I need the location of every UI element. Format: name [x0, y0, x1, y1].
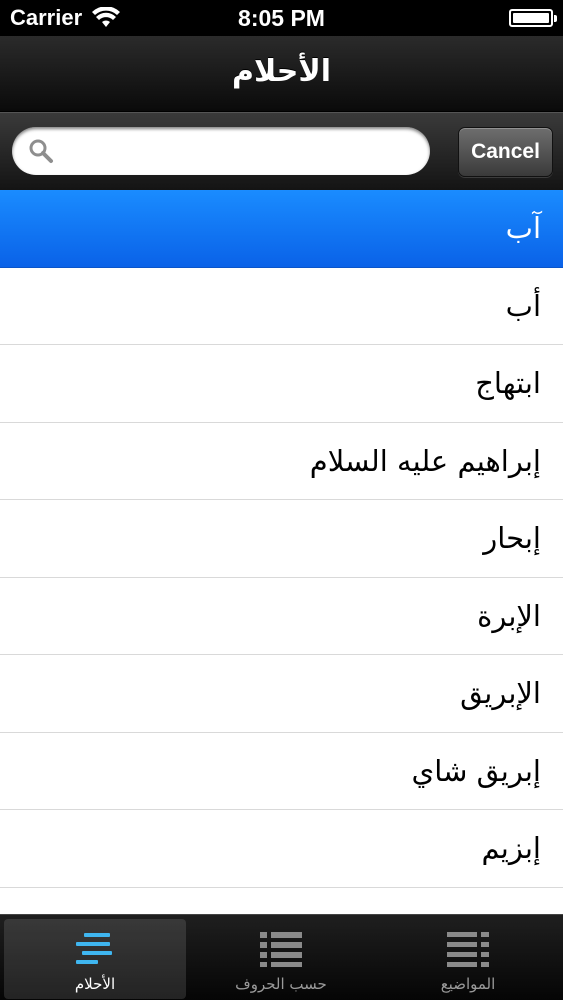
status-bar: Carrier 8:05 PM [0, 0, 563, 36]
list-item[interactable]: إبزيم [0, 810, 563, 888]
tab-dreams-label: الأحلام [74, 975, 116, 993]
bulleted-list-icon [260, 932, 302, 967]
tab-topics-label: المواضيع [440, 975, 496, 993]
status-time: 8:05 PM [238, 5, 325, 31]
battery-level [513, 13, 549, 23]
search-icon [29, 139, 53, 163]
list-item[interactable]: الإبرة [0, 578, 563, 655]
tab-topics[interactable]: المواضيع [377, 919, 559, 999]
page-title: الأحلام [231, 54, 331, 89]
list-item[interactable]: إبحار [0, 500, 563, 578]
tab-dreams[interactable]: الأحلام [4, 919, 186, 999]
list-item[interactable]: إبريق شاي [0, 733, 563, 810]
list-item[interactable]: ابتهاج [0, 345, 563, 423]
cancel-button[interactable]: Cancel [458, 127, 553, 177]
list-item[interactable]: إبراهيم عليه السلام [0, 423, 563, 500]
navigation-bar: الأحلام [0, 36, 563, 112]
dreams-list: آب أب ابتهاج إبراهيم عليه السلام إبحار الإبرة… [0, 190, 563, 918]
app-screen: Carrier 8:05 PM الأحلام Cancel آب أب ابتها… [0, 0, 563, 1000]
list-item[interactable]: الإبريق [0, 655, 563, 733]
tab-by-letters-label: حسب الحروف [235, 975, 327, 993]
tab-bar: الأحلام حسب الحروف المواضيع [0, 914, 563, 1000]
topics-list-icon [447, 932, 489, 967]
dreams-list-icon [76, 933, 112, 964]
search-input[interactable] [64, 133, 414, 169]
list-item[interactable]: أب [0, 268, 563, 345]
search-bar: Cancel [0, 112, 563, 190]
search-field[interactable] [12, 127, 430, 175]
list-item[interactable]: آب [0, 190, 563, 268]
battery-icon [509, 9, 557, 27]
tab-by-letters[interactable]: حسب الحروف [190, 919, 372, 999]
